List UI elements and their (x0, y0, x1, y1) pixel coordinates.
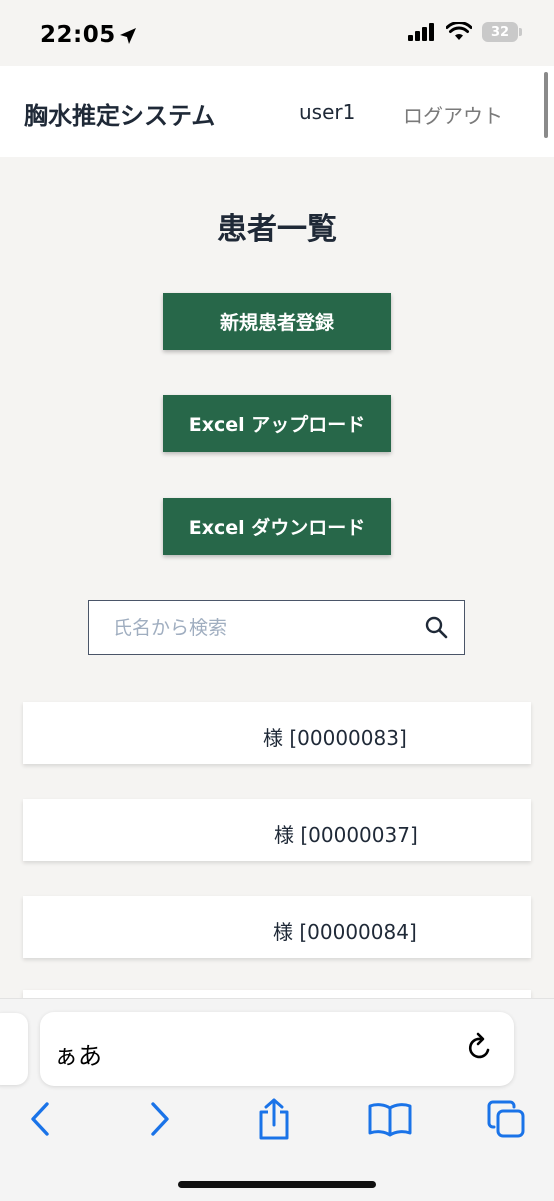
patient-label: 様 [00000084] (273, 920, 417, 944)
search-input[interactable] (89, 601, 435, 655)
excel-download-button[interactable]: Excel ダウンロード (163, 498, 391, 555)
patient-card[interactable]: 様 [00000037] (23, 799, 531, 861)
chevron-left-icon (31, 1102, 49, 1136)
scroll-indicator (544, 72, 548, 138)
search-box (88, 600, 465, 655)
tabs-icon (487, 1100, 525, 1138)
battery-level: 32 (490, 24, 510, 40)
reload-icon[interactable] (464, 1032, 496, 1064)
bookmarks-button[interactable] (366, 1095, 414, 1143)
status-bar: 22:05 32 (0, 0, 554, 66)
patient-label: 様 [00000037] (274, 823, 418, 847)
chevron-right-icon (151, 1102, 169, 1136)
tabs-button[interactable] (482, 1095, 530, 1143)
location-arrow-icon (120, 28, 136, 44)
logout-link[interactable]: ログアウト (403, 100, 503, 129)
share-button[interactable] (250, 1095, 298, 1143)
patient-card[interactable]: 様 [00000084] (23, 896, 531, 958)
battery-icon: 32 (482, 22, 522, 42)
wifi-icon (446, 22, 472, 40)
forward-button[interactable] (136, 1095, 184, 1143)
page-title: 患者一覧 (217, 212, 337, 247)
browser-nav-toolbar (0, 1095, 554, 1147)
cellular-signal-icon (408, 23, 434, 41)
previous-tab-preview[interactable] (0, 1013, 28, 1085)
status-time: 22:05 (40, 22, 116, 48)
app-header: 胸水推定システム user1 ログアウト (0, 66, 554, 157)
address-bar[interactable]: ぁあ (40, 1012, 514, 1086)
patient-card[interactable]: 様 [00000083] (23, 702, 531, 764)
search-icon[interactable] (424, 615, 448, 639)
new-patient-button[interactable]: 新規患者登録 (163, 293, 391, 350)
username-label: user1 (299, 100, 356, 124)
home-indicator (178, 1181, 376, 1188)
patient-label: 様 [00000083] (263, 726, 407, 750)
status-icons: 32 (408, 22, 522, 42)
back-button[interactable] (16, 1095, 64, 1143)
page-settings-button[interactable]: ぁあ (54, 1036, 102, 1071)
excel-upload-button[interactable]: Excel アップロード (163, 395, 391, 452)
app-title: 胸水推定システム (24, 102, 216, 130)
book-icon (368, 1103, 412, 1137)
share-icon (259, 1098, 289, 1140)
browser-toolbar: ぁあ (0, 998, 554, 1201)
